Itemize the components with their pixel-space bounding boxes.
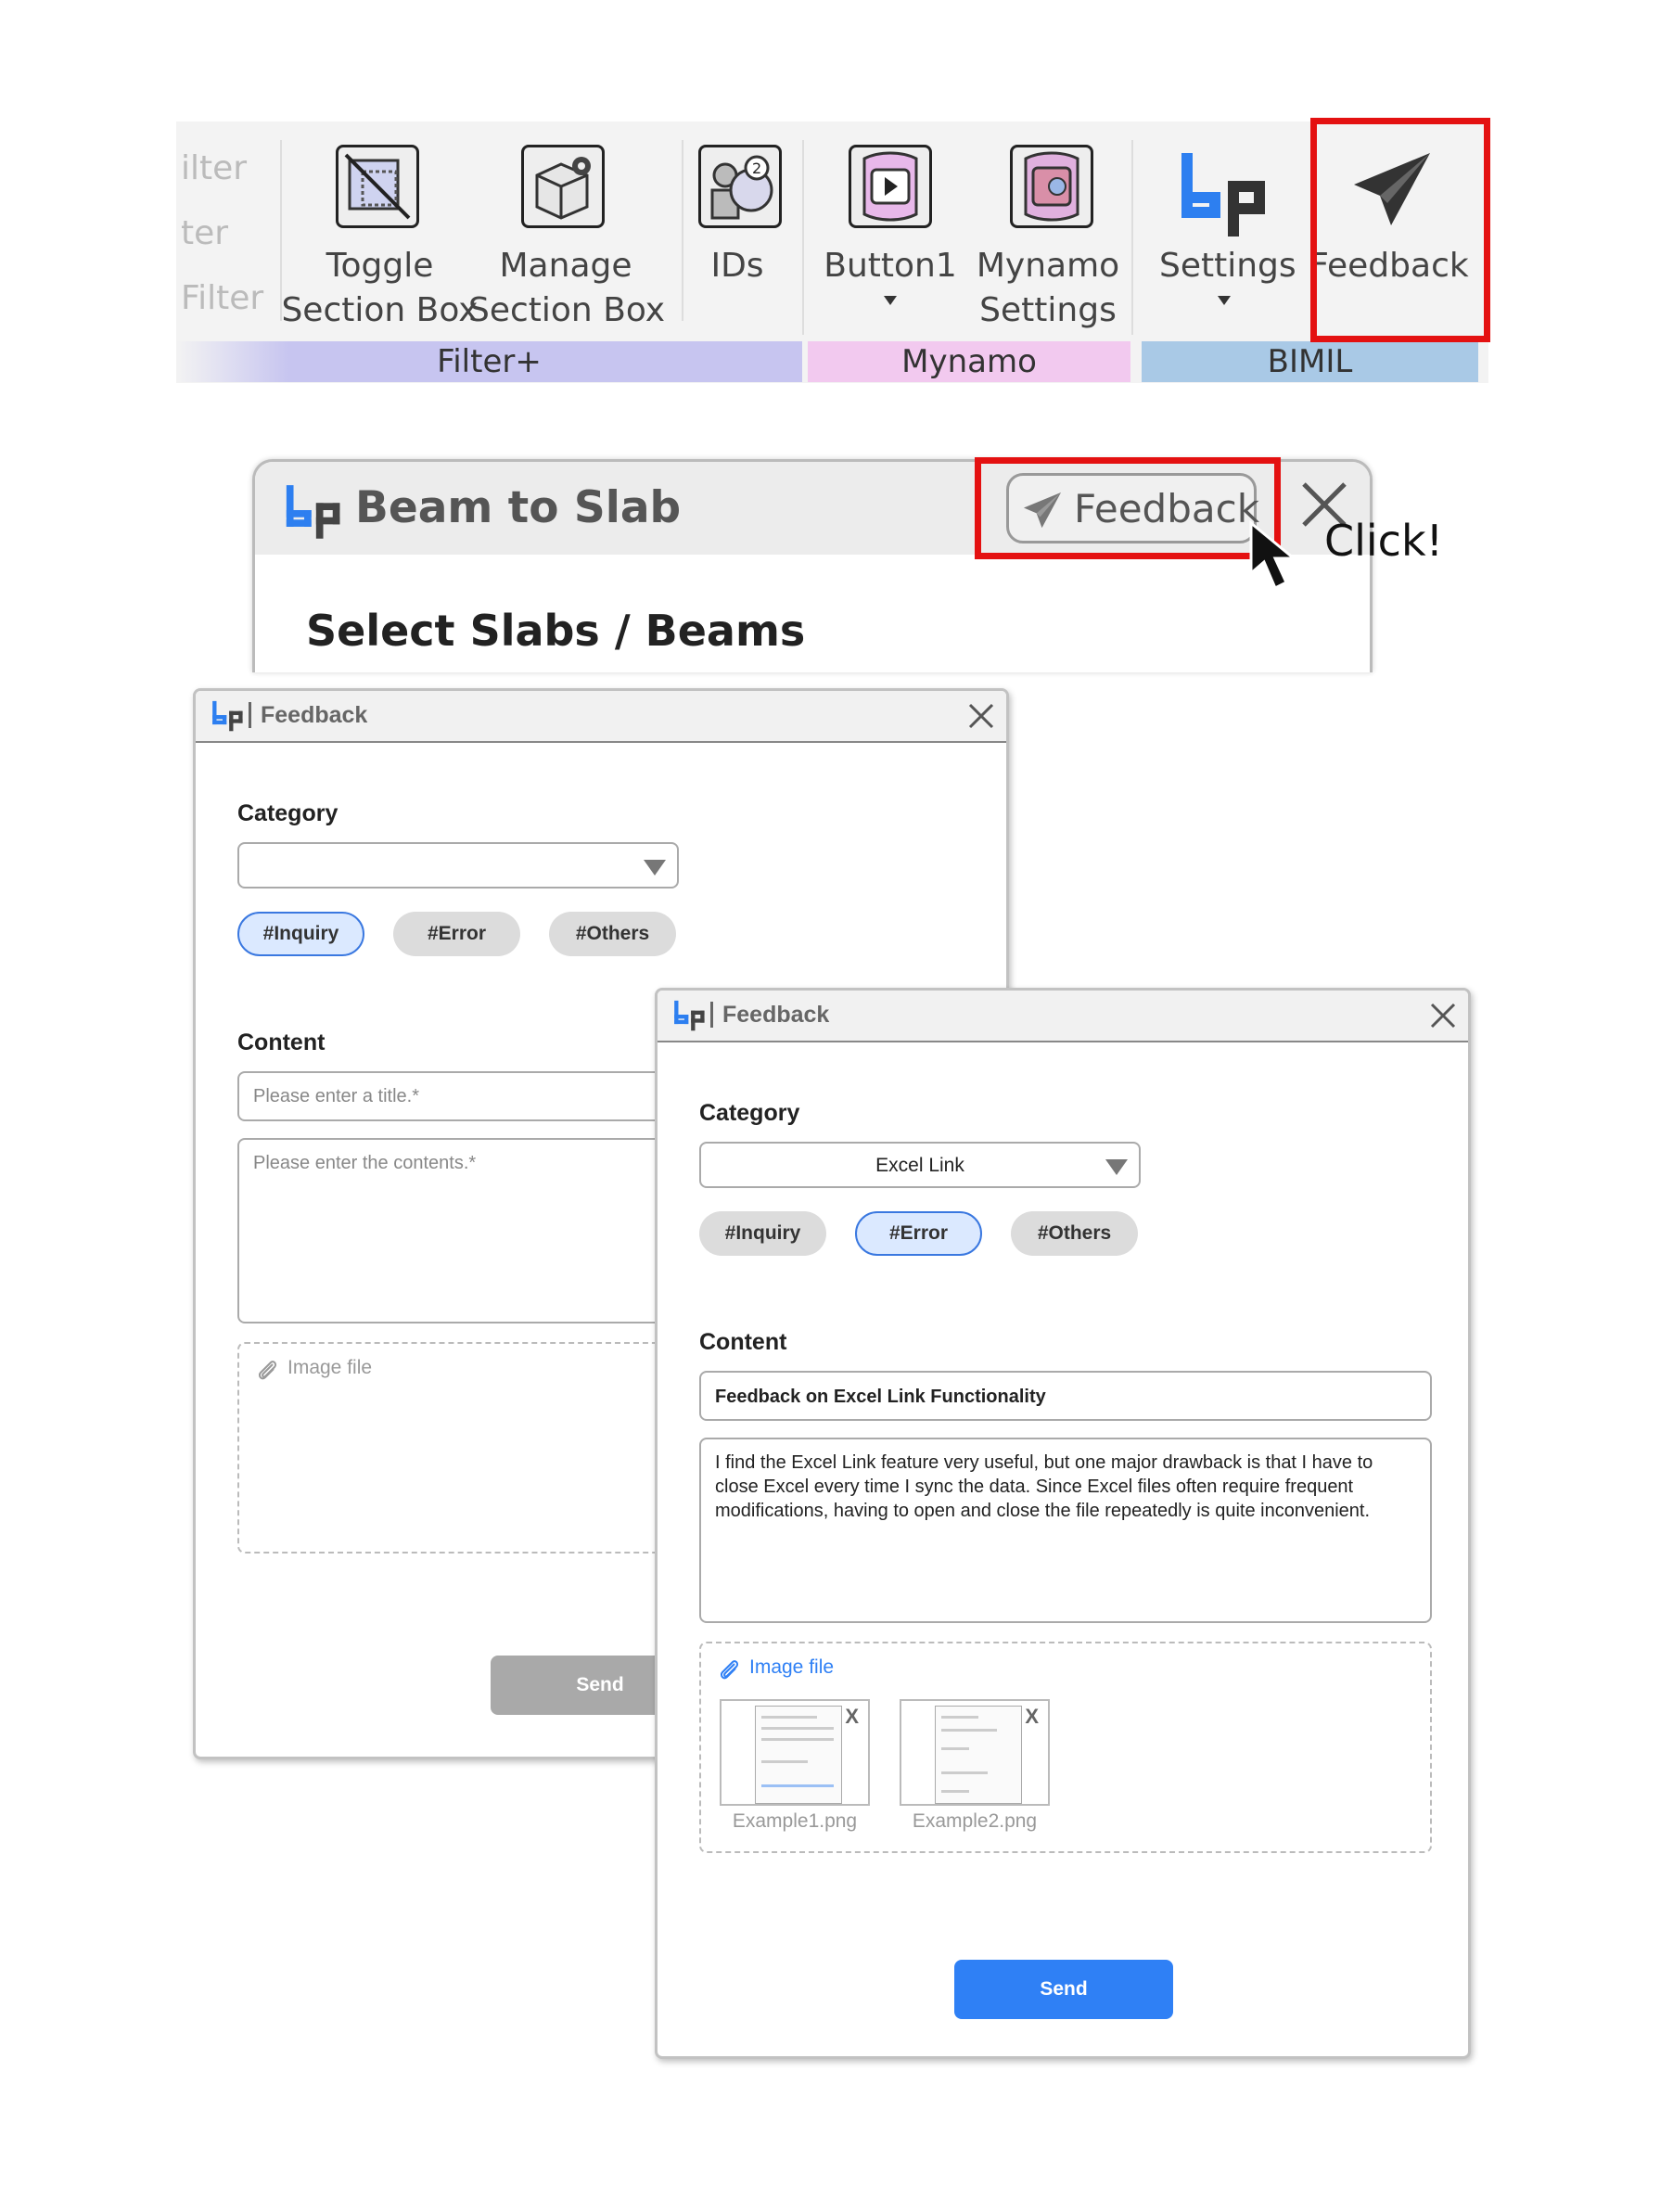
title-value: Feedback on Excel Link Functionality <box>715 1387 1046 1407</box>
chevron-down-icon <box>1105 1159 1128 1175</box>
button1-caret-icon <box>884 296 897 305</box>
settings-caret-icon <box>1218 296 1231 305</box>
button1-icon <box>849 145 932 228</box>
feedback-button-highlight-box <box>975 457 1281 559</box>
attachment-thumbnail-1[interactable]: X <box>720 1699 870 1806</box>
image-drop-zone[interactable]: Image file X Example1.png X Example2.png <box>699 1642 1432 1853</box>
close-icon[interactable] <box>1429 1002 1457 1029</box>
mouse-cursor-icon <box>1247 519 1312 594</box>
chip-inquiry[interactable]: #Inquiry <box>699 1211 826 1256</box>
image-file-label: Image file <box>287 1357 373 1378</box>
button1-button[interactable]: Button1 <box>821 121 960 339</box>
remove-attachment-1[interactable]: X <box>845 1705 859 1729</box>
contents-value: I find the Excel Link feature very usefu… <box>715 1452 1373 1521</box>
image-file-label: Image file <box>749 1656 835 1678</box>
attachment-name-2: Example2.png <box>912 1810 1038 1832</box>
toggle-section-box-icon <box>336 145 419 228</box>
paperclip-icon <box>254 1357 280 1383</box>
attachment-name-1: Example1.png <box>732 1810 858 1832</box>
toggle-section-box-button[interactable]: Toggle Section Box <box>281 121 479 339</box>
button1-label: Button1 <box>824 247 957 285</box>
manage-section-box-button[interactable]: Manage Section Box <box>468 121 665 339</box>
settings-label: Settings <box>1159 247 1296 285</box>
toggle-label-2: Section Box <box>281 291 479 329</box>
category-select[interactable] <box>237 842 679 889</box>
mynamo-label-2: Settings <box>979 291 1117 329</box>
mynamo-settings-icon <box>1010 145 1093 228</box>
click-annotation: Click! <box>1324 516 1444 566</box>
feedback-highlight-box <box>1310 118 1490 342</box>
dialog-title: Feedback <box>261 702 368 728</box>
dialog-header: Feedback <box>196 691 1006 743</box>
settings-button[interactable]: Settings <box>1159 121 1296 339</box>
category-value: Excel Link <box>875 1155 964 1176</box>
dialog-header: Feedback <box>658 991 1468 1042</box>
chip-others[interactable]: #Others <box>1011 1211 1138 1256</box>
paperclip-icon <box>716 1656 742 1682</box>
bp-logo-icon <box>283 480 342 540</box>
close-icon[interactable] <box>967 702 995 730</box>
group-mynamo: Mynamo <box>808 341 1130 382</box>
chip-error[interactable]: #Error <box>855 1211 982 1256</box>
content-label: Content <box>237 1029 326 1055</box>
chip-inquiry[interactable]: #Inquiry <box>237 912 364 956</box>
content-label: Content <box>699 1329 787 1355</box>
ids-icon: 2 <box>698 145 782 228</box>
feedback-dialog-filled: Feedback Category Excel Link #Inquiry #E… <box>655 988 1471 2059</box>
manage-label-2: Section Box <box>468 291 666 329</box>
dialog-title: Feedback <box>722 1002 830 1028</box>
title-input[interactable]: Feedback on Excel Link Functionality <box>699 1371 1432 1421</box>
select-slabs-beams-heading: Select Slabs / Beams <box>306 606 806 656</box>
faded-label-2: ter <box>181 214 229 252</box>
toggle-label-1: Toggle <box>326 247 434 285</box>
remove-attachment-2[interactable]: X <box>1025 1705 1039 1729</box>
bp-logo-icon <box>672 998 706 1031</box>
chip-others[interactable]: #Others <box>549 912 676 956</box>
group-filter-plus: Filter+ <box>176 341 802 382</box>
bp-logo-icon <box>1176 146 1269 238</box>
title-placeholder: Please enter a title.* <box>253 1086 419 1106</box>
mynamo-settings-button[interactable]: Mynamo Settings <box>969 121 1119 339</box>
bp-logo-icon <box>211 698 244 732</box>
chevron-down-icon <box>644 860 666 876</box>
attachment-thumbnail-2[interactable]: X <box>900 1699 1050 1806</box>
category-label: Category <box>237 800 338 826</box>
manage-label-1: Manage <box>499 247 632 285</box>
faded-label-1: ilter <box>181 149 248 187</box>
mynamo-label-1: Mynamo <box>976 247 1120 285</box>
revit-ribbon: ilter ter Filter Toggle Section Box Mana… <box>176 121 1488 383</box>
svg-text:2: 2 <box>752 160 761 177</box>
beam-to-slab-title: Beam to Slab <box>355 482 682 533</box>
manage-section-box-icon <box>521 145 605 228</box>
ids-label: IDs <box>710 247 764 285</box>
send-button[interactable]: Send <box>954 1960 1173 2019</box>
category-label: Category <box>699 1100 800 1126</box>
faded-label-3: Filter <box>181 279 264 317</box>
group-bimil: BIMIL <box>1142 341 1478 382</box>
contents-placeholder: Please enter the contents.* <box>253 1153 477 1173</box>
contents-textarea[interactable]: I find the Excel Link feature very usefu… <box>699 1438 1432 1623</box>
ids-button[interactable]: 2 IDs <box>691 121 788 339</box>
chip-error[interactable]: #Error <box>393 912 520 956</box>
category-select[interactable]: Excel Link <box>699 1142 1141 1188</box>
